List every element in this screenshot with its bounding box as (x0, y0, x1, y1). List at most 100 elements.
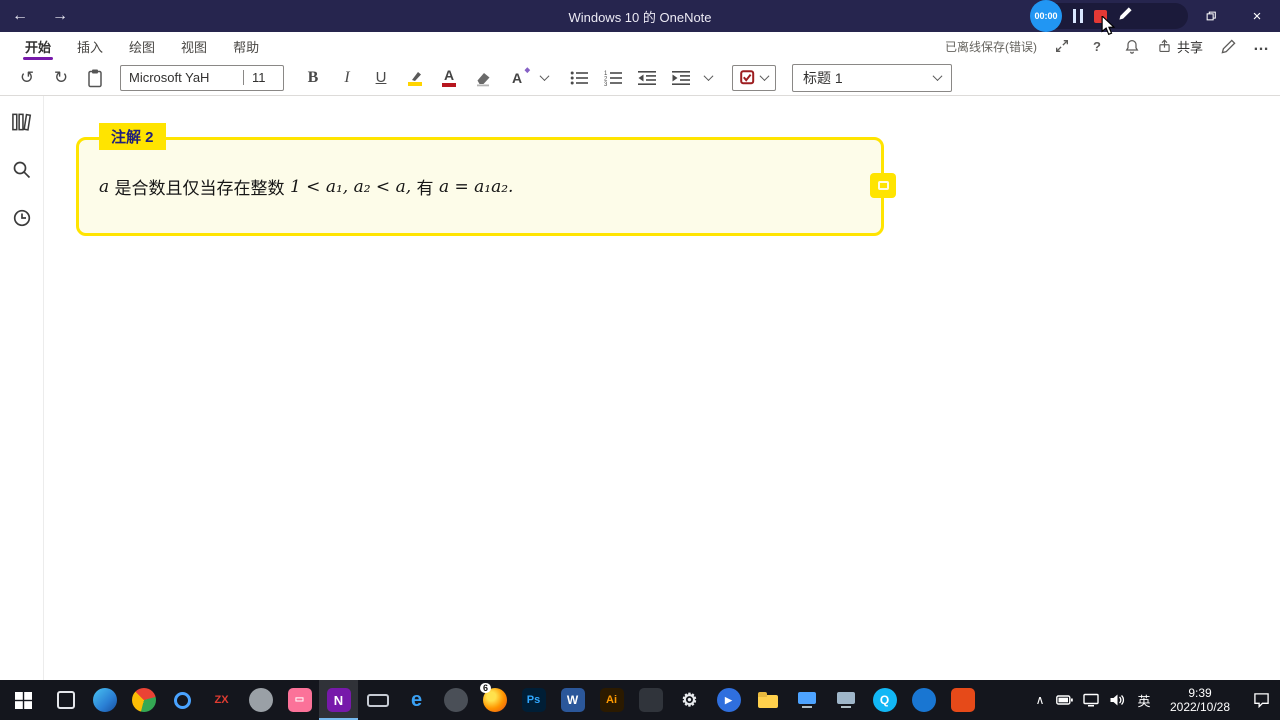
taskbar-app-zx-app[interactable]: ZX (202, 680, 241, 720)
more-list-options-button[interactable] (698, 64, 718, 92)
dark-app-2-icon (638, 688, 663, 712)
clock-time: 9:39 (1188, 686, 1212, 700)
taskbar-app-media-player[interactable]: ▶ (709, 680, 748, 720)
action-center-button[interactable] (1242, 680, 1280, 720)
note-text[interactable]: a 是合数且仅当存在整数 1 < a₁, a₂ < a, 有 a = a₁a₂. (99, 140, 513, 233)
taskbar-app-gray-app[interactable] (241, 680, 280, 720)
more-options-button[interactable]: … (1253, 37, 1270, 55)
share-button[interactable]: 共享 (1157, 37, 1203, 56)
paste-button[interactable] (78, 64, 112, 92)
taskbar-app-chrome[interactable] (124, 680, 163, 720)
taskbar-app-onenote[interactable]: N (319, 680, 358, 720)
zx-app-icon: ZX (214, 693, 229, 706)
todo-tag-dropdown[interactable] (732, 64, 776, 91)
keyboard-icon (366, 693, 389, 707)
fullscreen-button[interactable] (1052, 36, 1072, 56)
taskbar-app-illustrator[interactable]: Ai (592, 680, 631, 720)
font-size-select[interactable]: 11 (243, 70, 283, 85)
taskbar-app-dark-app[interactable] (436, 680, 475, 720)
close-button[interactable]: × (1234, 0, 1280, 32)
draw-mode-button[interactable] (1218, 36, 1238, 56)
taskbar-app-keyboard[interactable] (358, 680, 397, 720)
indent-button[interactable] (664, 64, 698, 92)
taskbar-app-qq-browser[interactable]: Q (865, 680, 904, 720)
taskbar-apps: ZX ▭ Ne 6 Ps W Ai ⚙ ▶ Q (46, 680, 982, 720)
outdent-icon (638, 70, 656, 85)
notebooks-button[interactable] (8, 108, 36, 136)
taskbar: ZX ▭ Ne 6 Ps W Ai ⚙ ▶ Q ∧ 英 9:39 2022/10/28 (0, 680, 1280, 720)
note-container[interactable]: 注解 2 a 是合数且仅当存在整数 1 < a₁, a₂ < a, 有 a = … (76, 123, 896, 236)
bold-button[interactable]: B (296, 64, 330, 92)
gray-app-icon (248, 688, 273, 712)
battery-button[interactable] (1051, 680, 1078, 720)
tab-label: 视图 (181, 39, 208, 55)
hidden-icons-button[interactable]: ∧ (1029, 680, 1051, 720)
dark-app-icon (443, 688, 468, 712)
page-canvas[interactable]: 注解 2 a 是合数且仅当存在整数 1 < a₁, a₂ < a, 有 a = … (44, 96, 1280, 680)
more-font-options-button[interactable] (534, 64, 554, 92)
taskbar-app-firefox[interactable]: 6 (475, 680, 514, 720)
outdent-button[interactable] (630, 64, 664, 92)
taskbar-app-edge-classic[interactable]: e (397, 680, 436, 720)
network-button[interactable] (1078, 680, 1104, 720)
undo-button[interactable]: ↺ (10, 64, 44, 92)
forward-icon: → (52, 7, 68, 24)
note-handle-icon[interactable] (870, 173, 896, 198)
clock-date: 2022/10/28 (1169, 700, 1231, 714)
taskbar-app-word[interactable]: W (553, 680, 592, 720)
recorder-timer[interactable]: 00:00 (1030, 0, 1062, 32)
font-color-button[interactable]: A (432, 64, 466, 92)
taskbar-app-edge[interactable] (85, 680, 124, 720)
share-icon (1159, 39, 1170, 52)
start-button[interactable] (0, 680, 46, 720)
taskbar-app-orange-app[interactable] (943, 680, 982, 720)
taskbar-app-file-explorer[interactable] (748, 680, 787, 720)
left-sidebar (0, 96, 44, 680)
font-options-button[interactable]: A ◆ (500, 64, 534, 92)
back-button[interactable]: ← (0, 0, 40, 32)
tab-插入[interactable]: 插入 (64, 32, 116, 60)
chevron-down-icon (759, 71, 770, 82)
pause-button[interactable] (1073, 9, 1083, 23)
orange-app-icon (950, 688, 975, 712)
bullet-list-icon (570, 71, 588, 84)
annotate-pen-button[interactable] (1118, 6, 1133, 26)
tab-帮助[interactable]: 帮助 (220, 32, 272, 60)
volume-button[interactable] (1104, 680, 1130, 720)
restore-button[interactable] (1188, 0, 1234, 32)
browser-ring-icon (174, 691, 191, 709)
taskbar-app-browser-ring[interactable] (163, 680, 202, 720)
tab-开始[interactable]: 开始 (12, 32, 64, 60)
taskbar-app-task-view[interactable] (46, 680, 85, 720)
taskbar-app-dark-app-2[interactable] (631, 680, 670, 720)
note-text-segment: a = a₁a₂. (438, 176, 514, 197)
numbered-list-button[interactable]: 1 2 3 (596, 64, 630, 92)
redo-button[interactable]: ↻ (44, 64, 78, 92)
search-button[interactable] (8, 156, 36, 184)
tab-视图[interactable]: 视图 (168, 32, 220, 60)
taskbar-app-photoshop[interactable]: Ps (514, 680, 553, 720)
task-view-icon (56, 691, 75, 709)
input-language-button[interactable]: 英 (1130, 680, 1158, 720)
font-name-select[interactable]: Microsoft YaH (121, 70, 243, 85)
style-dropdown[interactable]: 标题 1 (792, 63, 952, 92)
taskbar-app-monitor-blue[interactable] (787, 680, 826, 720)
taskbar-app-settings[interactable]: ⚙ (670, 680, 709, 720)
clear-formatting-button[interactable] (466, 64, 500, 92)
font-options-mark: ◆ (524, 66, 531, 74)
italic-button[interactable]: I (330, 64, 364, 92)
blue-app-icon (911, 688, 936, 712)
underline-button[interactable]: U (364, 64, 398, 92)
tab-绘图[interactable]: 绘图 (116, 32, 168, 60)
bullet-list-button[interactable] (562, 64, 596, 92)
share-label: 共享 (1176, 39, 1203, 55)
taskbar-clock[interactable]: 9:39 2022/10/28 (1158, 680, 1242, 720)
qq-browser-icon: Q (872, 688, 897, 712)
notifications-button[interactable] (1122, 36, 1142, 56)
highlighter-button[interactable] (398, 64, 432, 92)
recent-notes-button[interactable] (8, 204, 36, 232)
taskbar-app-monitor-gray[interactable] (826, 680, 865, 720)
taskbar-app-blue-app[interactable] (904, 680, 943, 720)
forward-button[interactable]: → (40, 0, 80, 32)
taskbar-app-bilibili[interactable]: ▭ (280, 680, 319, 720)
